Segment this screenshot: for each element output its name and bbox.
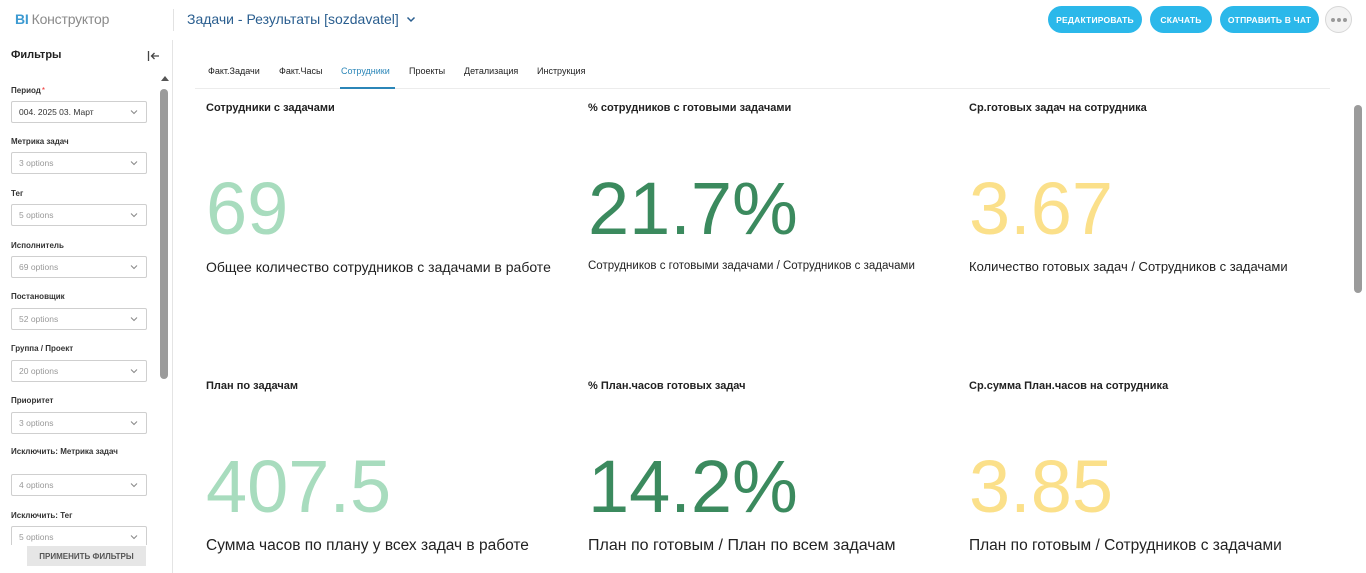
group-select[interactable]: 20 options — [11, 360, 147, 382]
tab-bar: Факт.Задачи Факт.Часы Сотрудники Проекты… — [195, 54, 1330, 89]
logo-text: Конструктор — [31, 11, 110, 27]
filter-label-period: Период* — [11, 86, 45, 95]
collapse-sidebar-icon[interactable] — [147, 50, 160, 62]
filters-title: Фильтры — [11, 49, 62, 61]
chevron-down-icon — [130, 265, 138, 270]
chevron-down-icon — [130, 535, 138, 540]
kpi-title: План по задачам — [206, 380, 299, 392]
chevron-down-icon — [130, 161, 138, 166]
kpi-title: % План.часов готовых задач — [588, 380, 746, 392]
kpi-subtitle: План по готовым / Сотрудников с задачами — [969, 537, 1282, 554]
filter-label-group: Группа / Проект — [11, 344, 74, 353]
kpi-title: Ср.готовых задач на сотрудника — [969, 102, 1147, 114]
filter-list: Период* 004. 2025 03. Март Метрика задач… — [0, 80, 158, 545]
period-select[interactable]: 004. 2025 03. Март — [11, 101, 147, 123]
metric-select[interactable]: 3 options — [11, 152, 147, 174]
kpi-title: Сотрудники с задачами — [206, 102, 335, 114]
kpi-value: 21.7% — [588, 167, 798, 250]
more-options-button[interactable] — [1325, 6, 1352, 33]
kpi-value: 3.67 — [969, 167, 1114, 250]
tab-fact-hours[interactable]: Факт.Часы — [279, 66, 322, 76]
kpi-pct-employees-done: % сотрудников с готовыми задачами 21.7% … — [588, 102, 948, 282]
dot-icon — [1330, 17, 1335, 22]
kpi-subtitle: Сотрудников с готовыми задачами / Сотруд… — [588, 260, 915, 272]
exclude-metric-select[interactable]: 4 options — [11, 474, 147, 496]
tab-fact-tasks[interactable]: Факт.Задачи — [208, 66, 260, 76]
exclude-tag-select[interactable]: 5 options — [11, 526, 147, 545]
filter-label-exclude-tag: Исключить: Тег — [11, 511, 73, 520]
main-scrollbar[interactable] — [1354, 105, 1362, 293]
filter-label-priority: Приоритет — [11, 396, 54, 405]
edit-button[interactable]: Редактировать — [1048, 6, 1142, 33]
filter-label-metric: Метрика задач — [11, 137, 69, 146]
send-to-chat-button[interactable]: Отправить в чат — [1220, 6, 1319, 33]
filter-label-creator: Постановщик — [11, 292, 65, 301]
report-selector[interactable]: Задачи - Результаты [sozdavatel] — [187, 11, 417, 27]
kpi-subtitle: План по готовым / План по всем задачам — [588, 537, 896, 554]
scroll-up-arrow-icon[interactable] — [161, 76, 169, 81]
kpi-subtitle: Сумма часов по плану у всех задач в рабо… — [206, 537, 529, 554]
chevron-down-icon — [130, 369, 138, 374]
kpi-employees-with-tasks: Сотрудники с задачами 69 Общее количеств… — [206, 102, 566, 282]
kpi-value: 14.2% — [588, 445, 798, 528]
kpi-title: % сотрудников с готовыми задачами — [588, 102, 792, 114]
kpi-pct-plan-hours-done: % План.часов готовых задач 14.2% План по… — [588, 380, 948, 560]
tab-employees[interactable]: Сотрудники — [341, 66, 390, 76]
chevron-down-icon — [130, 213, 138, 218]
chevron-down-icon — [406, 16, 415, 23]
tab-projects[interactable]: Проекты — [409, 66, 445, 76]
report-title: Задачи - Результаты [sozdavatel] — [187, 11, 399, 27]
chevron-down-icon — [130, 421, 138, 426]
app-logo[interactable]: BI Конструктор — [15, 11, 109, 27]
tab-instructions[interactable]: Инструкция — [537, 66, 585, 76]
chevron-down-icon — [130, 110, 138, 115]
creator-select[interactable]: 52 options — [11, 308, 147, 330]
kpi-subtitle: Количество готовых задач / Сотрудников с… — [969, 259, 1288, 274]
header-divider — [173, 9, 174, 31]
tag-select[interactable]: 5 options — [11, 204, 147, 226]
kpi-subtitle: Общее количество сотрудников с задачами … — [206, 259, 551, 275]
kpi-value: 3.85 — [969, 445, 1114, 528]
top-header: BI Конструктор Задачи - Результаты [sozda… — [0, 0, 1366, 40]
priority-select[interactable]: 3 options — [11, 412, 147, 434]
kpi-avg-plan-hours: Ср.сумма План.часов на сотрудника 3.85 П… — [969, 380, 1329, 560]
sidebar-scrollbar[interactable] — [160, 89, 168, 379]
kpi-value: 407.5 — [206, 445, 392, 528]
dashboard-main: Факт.Задачи Факт.Часы Сотрудники Проекты… — [174, 40, 1366, 573]
chevron-down-icon — [130, 483, 138, 488]
kpi-plan-tasks: План по задачам 407.5 Сумма часов по пла… — [206, 380, 566, 560]
chevron-down-icon — [130, 317, 138, 322]
kpi-avg-done-tasks: Ср.готовых задач на сотрудника 3.67 Коли… — [969, 102, 1329, 282]
tab-details[interactable]: Детализация — [464, 66, 518, 76]
active-tab-indicator — [340, 87, 395, 89]
dot-icon — [1342, 17, 1347, 22]
assignee-select[interactable]: 69 options — [11, 256, 147, 278]
filter-label-tag: Тег — [11, 189, 24, 198]
logo-bi: BI — [15, 11, 29, 27]
apply-filters-button[interactable]: Применить фильтры — [27, 546, 146, 566]
kpi-title: Ср.сумма План.часов на сотрудника — [969, 380, 1169, 392]
filters-sidebar: Фильтры Период* 004. 2025 03. Март Метри… — [0, 40, 173, 573]
filter-label-exclude-metric: Исключить: Метрика задач — [11, 447, 118, 456]
filter-label-assignee: Исполнитель — [11, 241, 64, 250]
download-button[interactable]: Скачать — [1150, 6, 1212, 33]
kpi-value: 69 — [206, 167, 289, 250]
dot-icon — [1336, 17, 1341, 22]
